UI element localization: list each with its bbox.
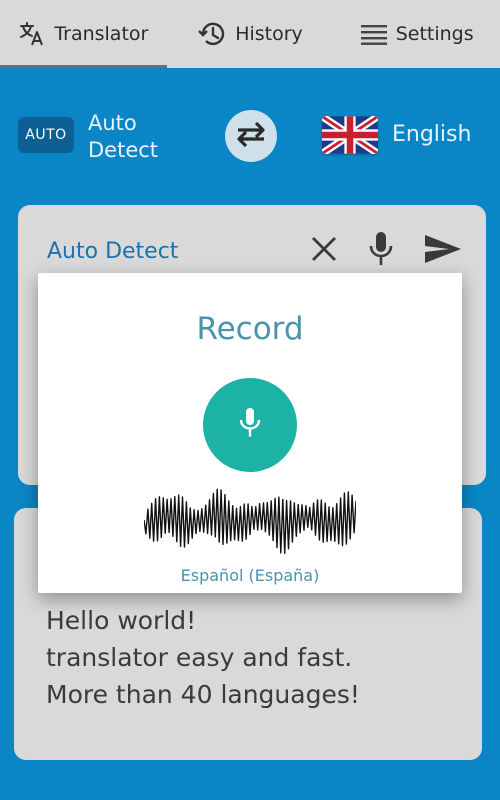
- history-icon: [197, 20, 227, 48]
- swap-arrows-icon: [234, 119, 268, 153]
- dialog-title: Record: [196, 311, 304, 347]
- swap-languages-button[interactable]: [225, 110, 277, 162]
- tab-settings[interactable]: Settings: [333, 0, 500, 68]
- tab-bar: Translator History Settings: [0, 0, 500, 68]
- target-language-label[interactable]: English: [392, 122, 471, 147]
- microphone-icon: [237, 406, 263, 444]
- audio-waveform: [144, 488, 356, 555]
- uk-flag-icon[interactable]: [322, 116, 378, 154]
- microphone-icon[interactable]: [368, 231, 394, 271]
- translation-output: Hello world! translator easy and fast. M…: [46, 602, 466, 713]
- tab-translator[interactable]: Translator: [0, 0, 167, 68]
- recognition-language[interactable]: Español (España): [38, 566, 462, 585]
- send-icon[interactable]: [424, 233, 462, 269]
- translate-icon: [18, 20, 46, 48]
- output-line: More than 40 languages!: [46, 680, 360, 709]
- output-line: translator easy and fast.: [46, 643, 353, 672]
- output-line: Hello world!: [46, 606, 197, 635]
- tab-label: History: [235, 23, 303, 45]
- input-language-label: Auto Detect: [47, 239, 179, 264]
- tab-history[interactable]: History: [167, 0, 334, 68]
- close-icon[interactable]: [310, 235, 338, 267]
- input-actions: [310, 231, 462, 271]
- record-mic-button[interactable]: [203, 378, 297, 472]
- tab-label: Settings: [395, 23, 474, 45]
- record-dialog: Record Español (España): [38, 273, 462, 593]
- source-language-badge[interactable]: AUTO: [18, 117, 74, 153]
- source-language-line-2: Detect: [88, 138, 159, 162]
- source-language-label[interactable]: Auto Detect: [88, 110, 208, 164]
- tab-label: Translator: [54, 23, 149, 45]
- source-language-line-1: Auto: [88, 111, 137, 135]
- menu-icon: [360, 23, 388, 45]
